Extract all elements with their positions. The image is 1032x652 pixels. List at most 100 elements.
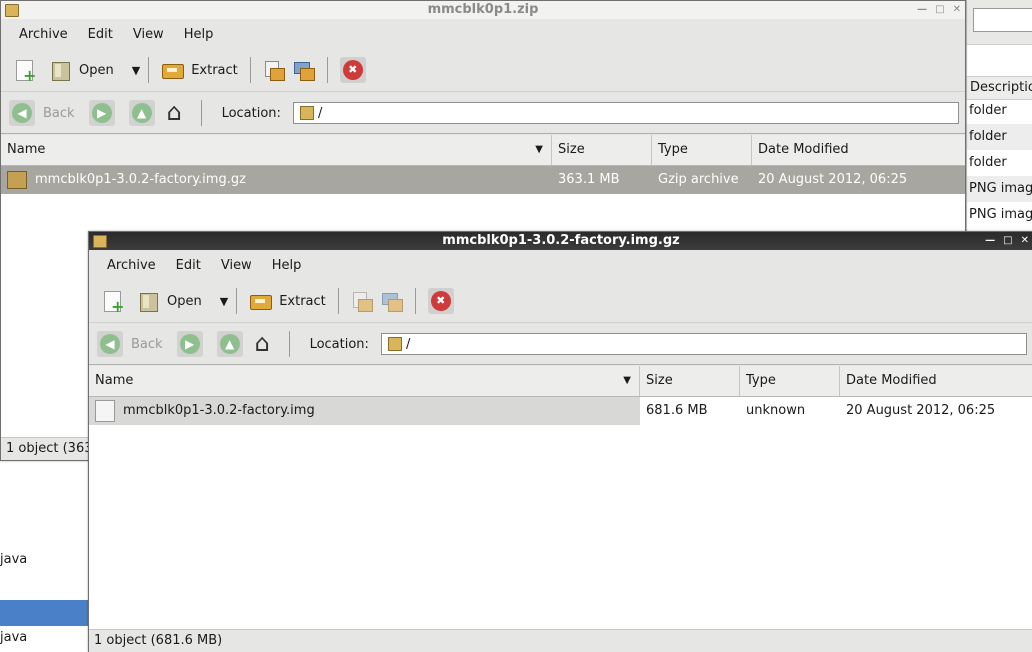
column-date-modified[interactable]: Date Modified xyxy=(752,135,965,165)
forward-button[interactable]: ▶ xyxy=(88,100,115,126)
back-label: Back xyxy=(43,105,75,121)
menu-edit[interactable]: Edit xyxy=(176,258,201,273)
stop-button[interactable] xyxy=(424,285,458,317)
window-title: mmcblk0p1-3.0.2-factory.img.gz xyxy=(442,233,680,248)
maximize-icon[interactable]: □ xyxy=(1003,236,1012,246)
menu-help[interactable]: Help xyxy=(184,27,214,42)
toolbar-separator xyxy=(337,288,339,314)
archive-icon xyxy=(5,4,19,17)
location-bar: ◀ Back ▶ ▲ Location: / xyxy=(89,324,1032,365)
add-folder-icon xyxy=(293,59,315,81)
back-label: Back xyxy=(131,336,163,352)
open-button[interactable]: Open xyxy=(45,54,118,86)
toolbar-separator xyxy=(414,288,416,314)
open-label: Open xyxy=(79,62,114,78)
toolbar: Open ▼ Extract xyxy=(1,49,965,92)
background-row[interactable]: PNG image xyxy=(967,176,1032,202)
location-label: Location: xyxy=(309,336,369,352)
minimize-icon[interactable]: — xyxy=(917,5,927,15)
home-button[interactable] xyxy=(253,329,279,357)
row-type: Gzip archive xyxy=(652,166,752,194)
status-bar: 1 object (681.6 MB) xyxy=(89,629,1032,652)
window-controls: — □ ✕ xyxy=(917,1,961,19)
forward-button[interactable]: ▶ xyxy=(176,331,203,357)
toolbar-separator xyxy=(249,57,251,83)
sort-arrow-icon: ▼ xyxy=(535,144,543,155)
title-bar[interactable]: mmcblk0p1-3.0.2-factory.img.gz — □ ✕ xyxy=(89,232,1032,250)
background-row[interactable]: PNG image xyxy=(967,202,1032,228)
menu-help[interactable]: Help xyxy=(272,258,302,273)
add-files-button[interactable] xyxy=(347,285,377,317)
location-input[interactable]: / xyxy=(380,333,1027,355)
row-name: mmcblk0p1-3.0.2-factory.img xyxy=(123,403,315,418)
open-dropdown-icon[interactable]: ▼ xyxy=(220,295,228,308)
open-button[interactable]: Open xyxy=(133,285,206,317)
column-type[interactable]: Type xyxy=(652,135,752,165)
list-header: Name ▼ Size Type Date Modified xyxy=(1,135,965,166)
location-bar: ◀ Back ▶ ▲ Location: / xyxy=(1,93,965,134)
location-label: Location: xyxy=(221,105,281,121)
toolbar-separator xyxy=(326,57,328,83)
background-column-description[interactable]: Descriptio xyxy=(967,76,1032,100)
column-size[interactable]: Size xyxy=(640,366,740,396)
title-bar[interactable]: mmcblk0p1.zip — □ ✕ xyxy=(1,1,965,19)
minimize-icon[interactable]: — xyxy=(985,236,995,246)
folder-icon xyxy=(387,337,402,351)
menu-bar: Archive Edit View Help xyxy=(89,252,1032,278)
window-controls: — □ ✕ xyxy=(985,232,1029,250)
column-date-modified[interactable]: Date Modified xyxy=(840,366,1032,396)
menu-archive[interactable]: Archive xyxy=(19,27,68,42)
extract-button[interactable]: Extract xyxy=(157,54,242,86)
background-row[interactable]: folder xyxy=(967,124,1032,150)
home-button[interactable] xyxy=(165,98,191,126)
background-row[interactable]: folder xyxy=(967,98,1032,124)
menu-edit[interactable]: Edit xyxy=(88,27,113,42)
table-row[interactable]: mmcblk0p1-3.0.2-factory.img 681.6 MB unk… xyxy=(89,397,1032,425)
background-window-left: java java xyxy=(0,460,88,651)
up-button[interactable]: ▲ xyxy=(216,331,243,357)
table-row[interactable]: mmcblk0p1-3.0.2-factory.img.gz 363.1 MB … xyxy=(1,166,965,194)
archive-window-2: mmcblk0p1-3.0.2-factory.img.gz — □ ✕ Arc… xyxy=(88,231,1032,652)
forward-arrow-icon: ▶ xyxy=(91,103,112,123)
column-name[interactable]: Name ▼ xyxy=(1,135,552,165)
background-entry[interactable] xyxy=(973,8,1032,32)
list-header: Name ▼ Size Type Date Modified xyxy=(89,366,1032,397)
stop-icon xyxy=(427,288,454,314)
open-dropdown-icon[interactable]: ▼ xyxy=(132,64,140,77)
menu-archive[interactable]: Archive xyxy=(107,258,156,273)
toolbar-separator xyxy=(148,57,150,83)
location-input[interactable]: / xyxy=(292,102,959,124)
archive-icon xyxy=(93,235,107,248)
close-icon[interactable]: ✕ xyxy=(953,5,961,15)
add-files-icon xyxy=(351,290,373,312)
column-size[interactable]: Size xyxy=(552,135,652,165)
add-folder-button[interactable] xyxy=(289,54,319,86)
column-name-label: Name xyxy=(7,142,46,157)
background-toolbar-strip xyxy=(967,0,1032,45)
close-icon[interactable]: ✕ xyxy=(1021,236,1029,246)
extract-button[interactable]: Extract xyxy=(245,285,330,317)
menu-view[interactable]: View xyxy=(133,27,164,42)
background-list-item[interactable]: java xyxy=(0,552,27,567)
new-archive-icon xyxy=(13,59,36,85)
back-button[interactable]: ◀ xyxy=(97,331,123,357)
column-type[interactable]: Type xyxy=(740,366,840,396)
toolbar-separator xyxy=(288,331,290,357)
add-files-icon xyxy=(263,59,285,81)
add-folder-button[interactable] xyxy=(377,285,407,317)
menu-view[interactable]: View xyxy=(221,258,252,273)
stop-button[interactable] xyxy=(336,54,370,86)
new-archive-button[interactable] xyxy=(97,285,127,317)
location-value: / xyxy=(405,336,411,352)
toolbar-separator xyxy=(236,288,238,314)
up-button[interactable]: ▲ xyxy=(128,100,155,126)
add-files-button[interactable] xyxy=(259,54,289,86)
back-button[interactable]: ◀ xyxy=(9,100,35,126)
new-archive-button[interactable] xyxy=(9,54,39,86)
background-row[interactable]: folder xyxy=(967,150,1032,176)
maximize-icon[interactable]: □ xyxy=(935,5,944,15)
column-name[interactable]: Name ▼ xyxy=(89,366,640,396)
background-selected-row[interactable] xyxy=(0,600,88,626)
background-list-item[interactable]: java xyxy=(0,630,27,645)
open-icon xyxy=(49,59,71,81)
